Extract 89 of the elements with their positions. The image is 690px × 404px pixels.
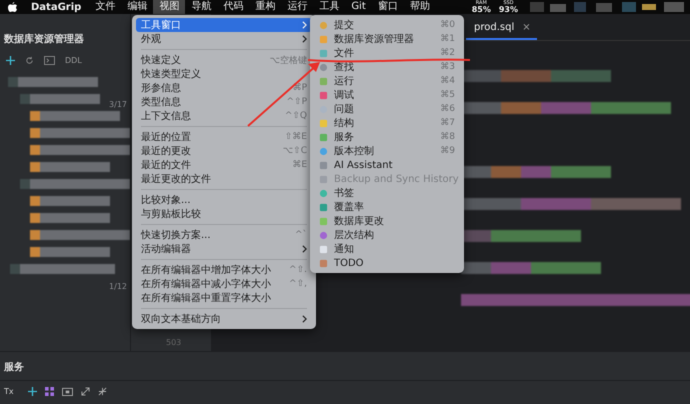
menu-item[interactable]: 书签: [314, 186, 460, 200]
shortcut-label: ^`: [294, 230, 307, 240]
menu-item[interactable]: 工具窗口: [136, 18, 312, 32]
apple-logo-icon[interactable]: [8, 2, 17, 12]
menu-item[interactable]: 问题 ⌘6: [314, 102, 460, 116]
stat-value: 93%: [498, 6, 518, 14]
line-number: 503: [166, 338, 182, 347]
menu-item[interactable]: AI Assistant: [314, 158, 460, 172]
shortcut-label: ⌘7: [440, 118, 455, 128]
menu-item[interactable]: 查找 ⌘3: [314, 60, 460, 74]
shortcut-label: ⌘E: [292, 160, 307, 170]
menu-item[interactable]: 数据库资源管理器 ⌘1: [314, 32, 460, 46]
menu-item[interactable]: 最近的文件 ⌘E: [136, 158, 312, 172]
menu-item[interactable]: 导航: [185, 0, 218, 14]
stat-value: 85%: [472, 6, 491, 14]
menu-item[interactable]: Git: [345, 0, 372, 14]
menu-item[interactable]: 代码: [217, 0, 250, 14]
chevron-icon: [302, 315, 307, 323]
shortcut-label: ^⇧,: [289, 279, 307, 289]
menu-item[interactable]: 在所有编辑器中减小字体大小 ^⇧,: [136, 277, 312, 291]
menu-item: Backup and Sync History: [314, 172, 460, 186]
count-label: 1/12: [108, 282, 128, 291]
shortcut-label: ⌘1: [440, 34, 455, 44]
menu-item[interactable]: 快速定义 ⌥空格键: [136, 53, 312, 67]
menu-item[interactable]: 最近更改的文件: [136, 172, 312, 186]
menu-item[interactable]: 类型信息 ^⇧P: [136, 95, 312, 109]
shortcut-label: ⌘5: [440, 90, 455, 100]
shortcut-label: ⌘6: [440, 104, 455, 114]
shortcut-label: ^⇧Q: [284, 111, 307, 121]
menu-item[interactable]: 层次结构: [314, 228, 460, 242]
close-icon[interactable]: ×: [522, 22, 531, 33]
chevron-icon: [302, 245, 307, 253]
refresh-icon[interactable]: [25, 56, 34, 65]
menu-item[interactable]: 与剪贴板比较: [136, 207, 312, 221]
menu-item[interactable]: 最近的更改 ⌥⇧C: [136, 144, 312, 158]
shortcut-label: ^⇧.: [289, 265, 307, 275]
menu-item[interactable]: 服务 ⌘8: [314, 130, 460, 144]
menu-item[interactable]: 重构: [249, 0, 282, 14]
menu-item[interactable]: 结构 ⌘7: [314, 116, 460, 130]
add-icon[interactable]: [28, 387, 37, 396]
menu-item[interactable]: 活动编辑器: [136, 242, 312, 256]
menu-item[interactable]: 上下文信息 ^⇧Q: [136, 109, 312, 123]
menu-item[interactable]: 最近的位置 ⇧⌘E: [136, 130, 312, 144]
shortcut-label: ⇧⌘E: [284, 132, 307, 142]
menu-item[interactable]: 运行: [281, 0, 314, 14]
tx-label[interactable]: Tx: [4, 387, 14, 396]
menu-item[interactable]: 工具: [313, 0, 346, 14]
editor-tab[interactable]: prod.sql ×: [466, 22, 537, 40]
shortcut-label: ^⇧P: [286, 97, 307, 107]
menu-item[interactable]: 双向文本基础方向: [136, 312, 312, 326]
menu-item[interactable]: 外观: [136, 32, 312, 46]
menu-item[interactable]: 在所有编辑器中增加字体大小 ^⇧.: [136, 263, 312, 277]
menu-item[interactable]: 窗口: [372, 0, 404, 14]
shortcut-label: ⌥空格键: [270, 54, 307, 66]
menu-item[interactable]: 调试 ⌘5: [314, 88, 460, 102]
add-icon[interactable]: [6, 56, 15, 65]
menu-item[interactable]: TODO: [314, 256, 460, 270]
menu-item[interactable]: 数据库更改: [314, 214, 460, 228]
app-name[interactable]: DataGrip: [31, 2, 82, 12]
menu-item[interactable]: 比较对象...: [136, 193, 312, 207]
count-label: 3/17: [108, 100, 128, 109]
menu-item[interactable]: 文件: [89, 0, 122, 14]
menu-item[interactable]: 在所有编辑器中重置字体大小: [136, 291, 312, 305]
shortcut-label: ⌘8: [440, 132, 455, 142]
collapse-icon[interactable]: [98, 387, 107, 396]
panel-title: 服务: [0, 352, 690, 381]
console-icon[interactable]: [44, 56, 55, 65]
menu-item[interactable]: 视图: [153, 0, 186, 14]
shortcut-label: ⌘3: [440, 62, 455, 72]
expand-icon[interactable]: [80, 387, 90, 396]
shortcut-label: ⌘2: [440, 48, 455, 58]
menu-item[interactable]: 文件 ⌘2: [314, 46, 460, 60]
menu-item[interactable]: 快速切换方案... ^`: [136, 228, 312, 242]
shortcut-label: ⌘0: [440, 20, 455, 30]
menu-item[interactable]: 帮助: [404, 0, 436, 14]
shortcut-label: ⌘9: [440, 146, 455, 156]
shortcut-label: ⌘4: [440, 76, 455, 86]
shortcut-label: ⌥⇧C: [282, 146, 307, 156]
menu-item[interactable]: 快速类型定义: [136, 67, 312, 81]
menu-item[interactable]: 编辑: [121, 0, 154, 14]
grid-icon[interactable]: [44, 387, 54, 396]
menu-item[interactable]: 覆盖率: [314, 200, 460, 214]
ddl-button[interactable]: DDL: [65, 56, 82, 65]
menu-item[interactable]: 运行 ⌘4: [314, 74, 460, 88]
menu-item[interactable]: 通知: [314, 242, 460, 256]
menu-item[interactable]: 版本控制 ⌘9: [314, 144, 460, 158]
folder-icon[interactable]: [62, 387, 73, 396]
panel-title: 数据库资源管理器: [2, 32, 85, 46]
menu-item[interactable]: 提交 ⌘0: [314, 18, 460, 32]
